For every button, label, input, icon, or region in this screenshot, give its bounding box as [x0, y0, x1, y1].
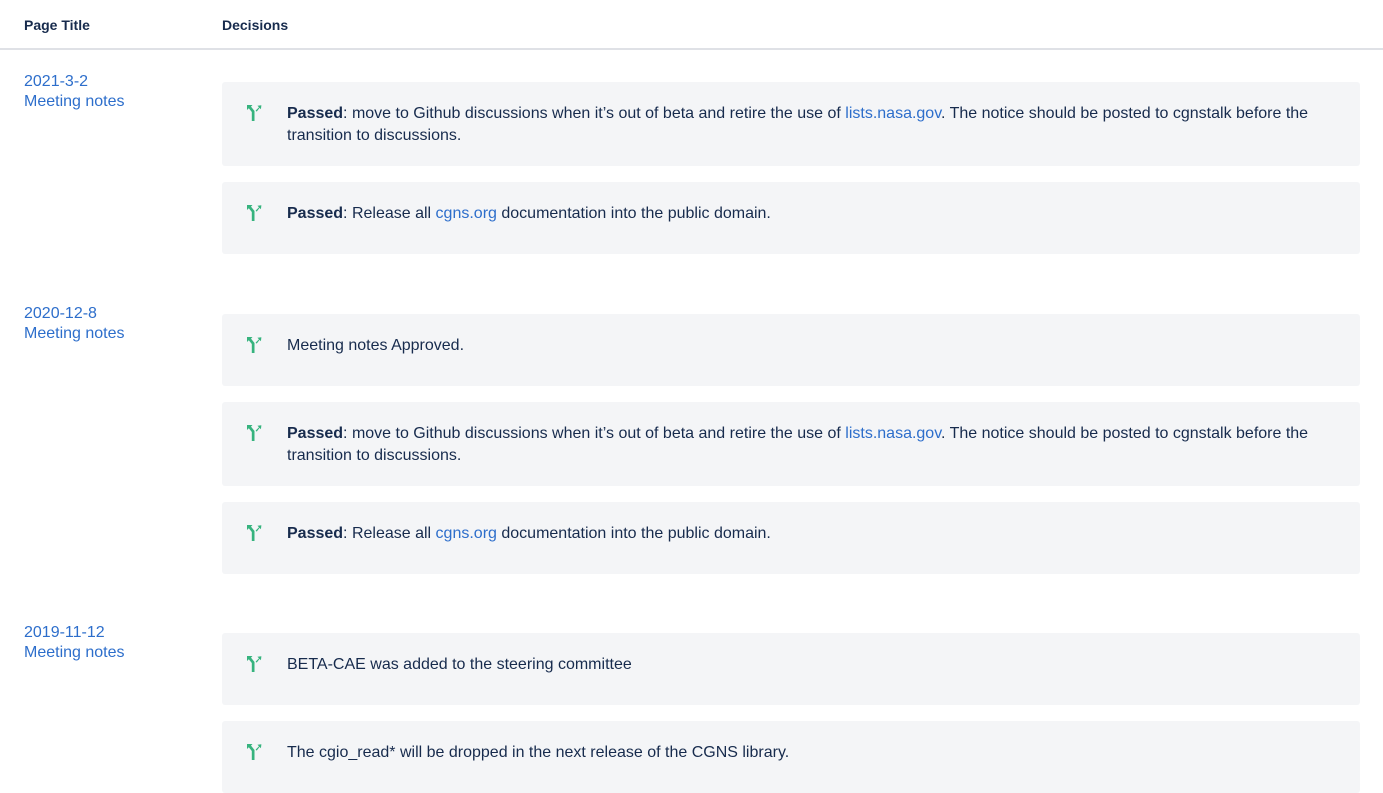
decision-item: Passed: Release all cgns.org documentati… [222, 182, 1360, 254]
decision-branch-icon [247, 656, 262, 672]
page-link-date: 2019-11-12 [24, 624, 105, 641]
page-link-date: 2021-3-2 [24, 73, 89, 90]
page-link-title: Meeting notes [24, 325, 125, 342]
decision-text: The cgio_read* will be dropped in the ne… [287, 744, 790, 761]
decision-item: Passed: move to Github discussions when … [222, 402, 1360, 486]
decision-branch-icon [247, 744, 262, 760]
decision-item: Meeting notes Approved. [222, 314, 1360, 386]
decision-text-part: : Release all [343, 205, 436, 222]
decision-status: Passed [287, 105, 344, 122]
decision-item: Passed: move to Github discussions when … [222, 82, 1360, 166]
page-link-2021-3-2[interactable]: 2021-3-2 Meeting notes [24, 72, 125, 112]
cgns-org-link[interactable]: cgns.org [436, 205, 497, 222]
decision-text: Passed: move to Github discussions when … [287, 103, 1320, 147]
decision-text: Meeting notes Approved. [287, 337, 465, 354]
column-header-page-title: Page Title [24, 17, 90, 33]
decision-item: Passed: Release all cgns.org documentati… [222, 502, 1360, 574]
decision-item: BETA-CAE was added to the steering commi… [222, 633, 1360, 705]
page-link-title: Meeting notes [24, 93, 125, 110]
column-header-decisions: Decisions [222, 17, 289, 33]
decision-status: Passed [287, 205, 344, 222]
lists-nasa-gov-link[interactable]: lists.nasa.gov [845, 425, 941, 442]
decision-branch-icon [247, 205, 262, 221]
page-link-date: 2020-12-8 [24, 305, 97, 322]
decision-status: Passed [287, 425, 344, 442]
decision-status: Passed [287, 525, 344, 542]
decision-text-part: documentation into the public domain. [496, 205, 771, 222]
decision-text: Passed: Release all cgns.org documentati… [287, 523, 1320, 545]
decision-text: Passed: move to Github discussions when … [287, 423, 1320, 467]
decision-text: BETA-CAE was added to the steering commi… [287, 656, 632, 673]
decision-branch-icon [247, 337, 262, 353]
cgns-org-link[interactable]: cgns.org [436, 525, 497, 542]
page-link-2020-12-8[interactable]: 2020-12-8 Meeting notes [24, 304, 125, 344]
decision-text-part: documentation into the public domain. [496, 525, 771, 542]
decision-text-part: : move to Github discussions when it’s o… [343, 425, 846, 442]
decision-branch-icon [247, 105, 262, 121]
page-link-title: Meeting notes [24, 644, 125, 661]
lists-nasa-gov-link[interactable]: lists.nasa.gov [845, 105, 941, 122]
decision-branch-icon [247, 525, 262, 541]
decision-item: The cgio_read* will be dropped in the ne… [222, 721, 1360, 793]
decision-branch-icon [247, 425, 262, 441]
page-link-2019-11-12[interactable]: 2019-11-12 Meeting notes [24, 623, 125, 663]
decision-text-part: : Release all [343, 525, 436, 542]
decision-text: Passed: Release all cgns.org documentati… [287, 203, 1320, 225]
table-header: Page Title Decisions [0, 0, 1383, 50]
decision-text-part: : move to Github discussions when it’s o… [343, 105, 846, 122]
